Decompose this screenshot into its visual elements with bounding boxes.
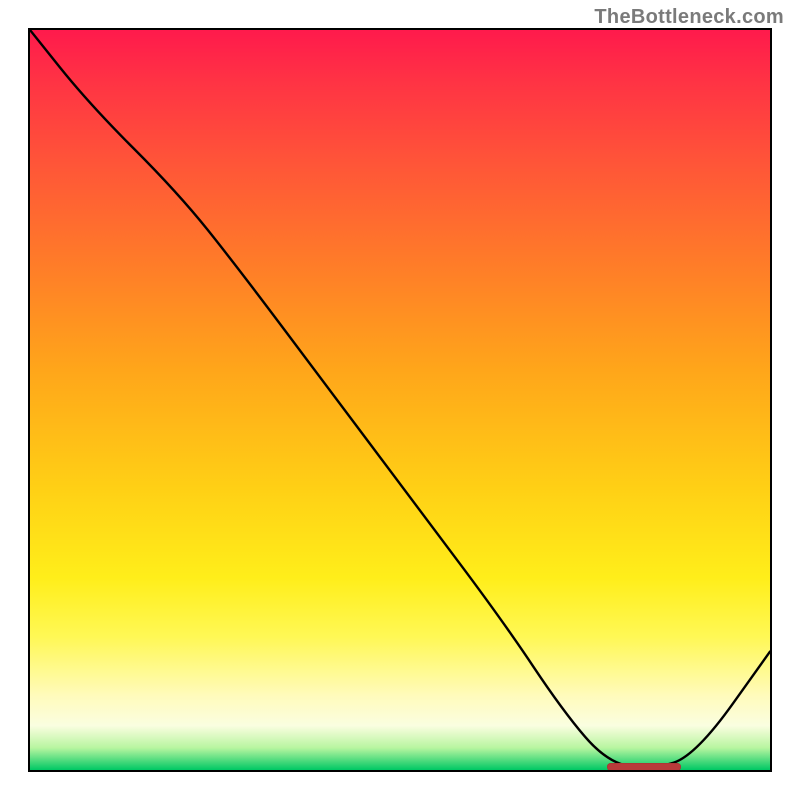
bottleneck-path <box>30 30 770 768</box>
minimum-marker <box>607 763 681 771</box>
chart-curve <box>30 30 770 770</box>
page-root: TheBottleneck.com <box>0 0 800 800</box>
attribution-label: TheBottleneck.com <box>594 6 784 29</box>
plot-area <box>30 30 770 770</box>
